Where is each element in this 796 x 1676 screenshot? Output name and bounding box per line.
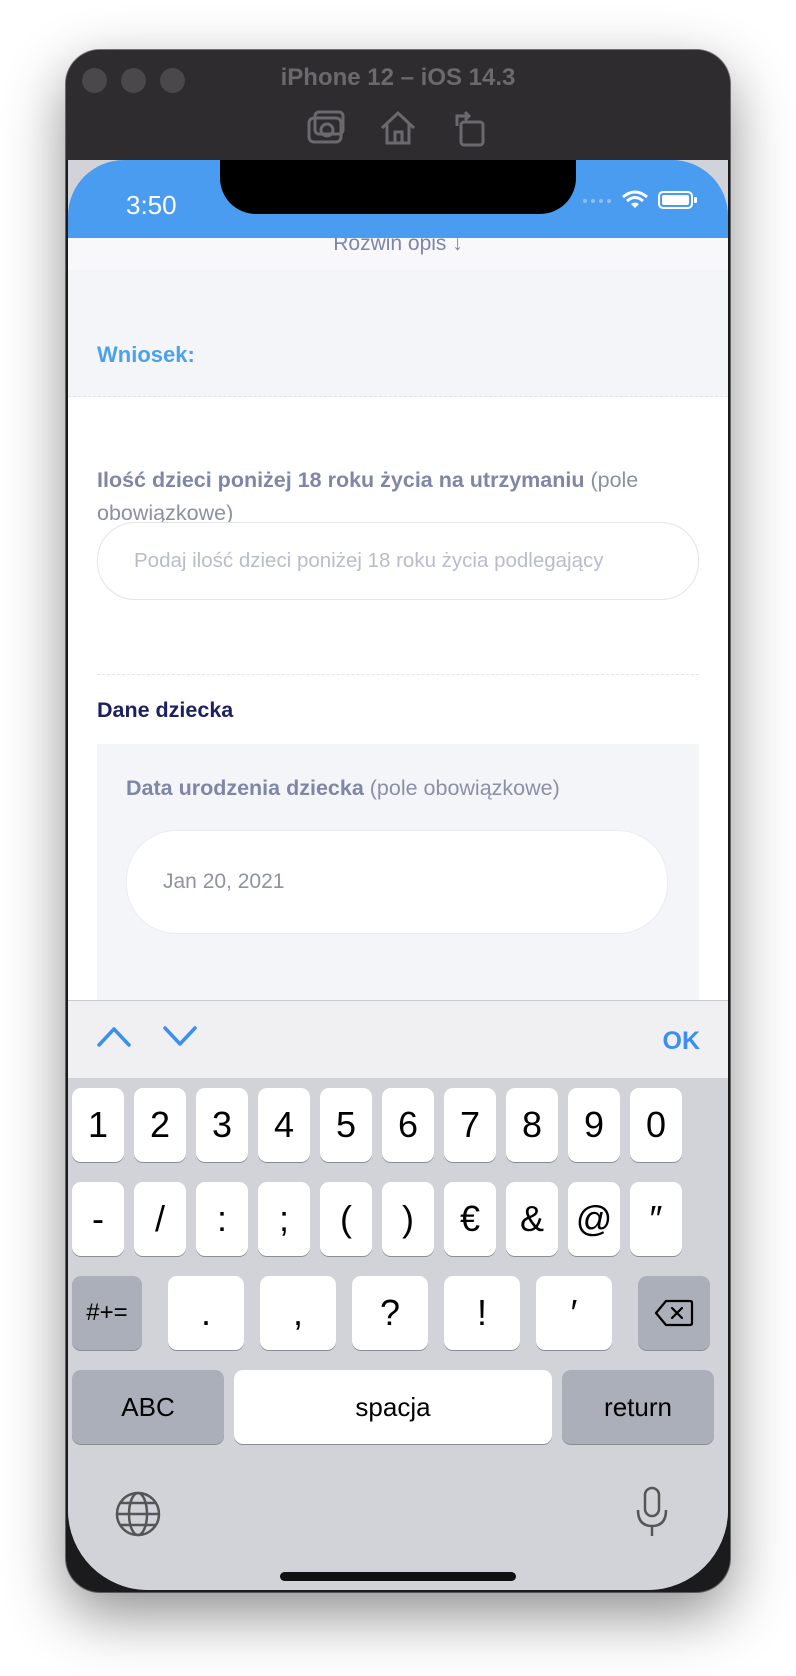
key-euro[interactable]: € — [444, 1182, 496, 1256]
backspace-key[interactable] — [638, 1276, 710, 1350]
status-bar: 3:50 — [68, 160, 728, 238]
chevron-down-icon[interactable] — [162, 1023, 198, 1049]
key-semicolon[interactable]: ; — [258, 1182, 310, 1256]
child-section-title: Dane dziecka — [97, 698, 234, 722]
key-8[interactable]: 8 — [506, 1088, 558, 1162]
notch — [220, 160, 576, 214]
simulator-title: iPhone 12 – iOS 14.3 — [280, 64, 516, 91]
child-data-card: Data urodzenia dziecka (pole obowiązkowe… — [97, 744, 699, 1000]
key-colon[interactable]: : — [196, 1182, 248, 1256]
key-9[interactable]: 9 — [568, 1088, 620, 1162]
key-comma[interactable]: , — [260, 1276, 336, 1350]
signal-dots-icon — [583, 199, 611, 203]
key-7[interactable]: 7 — [444, 1088, 496, 1162]
expand-link-text: Rozwiń opis ↓ — [333, 238, 463, 255]
key-4[interactable]: 4 — [258, 1088, 310, 1162]
children-count-label-bold: Ilość dzieci poniżej 18 roku życia na ut… — [97, 468, 585, 492]
key-2[interactable]: 2 — [134, 1088, 186, 1162]
battery-icon — [658, 191, 697, 209]
birth-date-label-bold: Data urodzenia dziecka — [126, 776, 364, 800]
abc-key[interactable]: ABC — [72, 1370, 224, 1444]
key-6[interactable]: 6 — [382, 1088, 434, 1162]
keyboard-toolbar: OK — [68, 1000, 728, 1079]
key-close-paren[interactable]: ) — [382, 1182, 434, 1256]
app-content: Rozwiń opis ↓ Wniosek: Ilość dzieci poni… — [68, 238, 728, 1000]
key-open-paren[interactable]: ( — [320, 1182, 372, 1256]
home-indicator[interactable] — [280, 1572, 516, 1581]
section-header: Wniosek: — [68, 270, 728, 397]
birth-date-label-suffix: (pole obowiązkowe) — [363, 776, 560, 800]
key-slash[interactable]: / — [134, 1182, 186, 1256]
rotate-icon[interactable] — [449, 108, 491, 148]
microphone-icon[interactable] — [634, 1486, 670, 1538]
key-at[interactable]: @ — [568, 1182, 620, 1256]
key-more-symbols[interactable]: #+= — [72, 1276, 142, 1350]
birth-date-input[interactable]: Jan 20, 2021 — [126, 830, 668, 934]
divider — [97, 674, 699, 675]
key-5[interactable]: 5 — [320, 1088, 372, 1162]
screenshot-icon[interactable] — [305, 108, 347, 148]
globe-icon[interactable] — [114, 1490, 162, 1538]
simulator-titlebar: iPhone 12 – iOS 14.3 — [66, 50, 730, 160]
key-period[interactable]: . — [168, 1276, 244, 1350]
toolbar-ok-button[interactable]: OK — [663, 1027, 701, 1056]
expand-description-link[interactable]: Rozwiń opis ↓ — [68, 238, 728, 270]
section-title: Wniosek: — [97, 342, 195, 367]
return-key[interactable]: return — [562, 1370, 714, 1444]
wifi-icon — [622, 190, 648, 208]
key-1[interactable]: 1 — [72, 1088, 124, 1162]
key-3[interactable]: 3 — [196, 1088, 248, 1162]
key-ampersand[interactable]: & — [506, 1182, 558, 1256]
key-quote[interactable]: ″ — [630, 1182, 682, 1256]
home-icon[interactable] — [377, 108, 419, 148]
key-apostrophe[interactable]: ′ — [536, 1276, 612, 1350]
chevron-up-icon[interactable] — [96, 1023, 132, 1049]
key-hyphen[interactable]: - — [72, 1182, 124, 1256]
space-key[interactable]: spacja — [234, 1370, 552, 1444]
birth-date-label: Data urodzenia dziecka (pole obowiązkowe… — [126, 776, 560, 801]
key-exclamation[interactable]: ! — [444, 1276, 520, 1350]
key-question[interactable]: ? — [352, 1276, 428, 1350]
children-count-input[interactable]: Podaj ilość dzieci poniżej 18 roku życia… — [97, 522, 699, 600]
backspace-icon — [654, 1299, 694, 1327]
children-count-label: Ilość dzieci poniżej 18 roku życia na ut… — [97, 464, 677, 530]
status-time: 3:50 — [126, 190, 177, 220]
phone-screen: 3:50 Rozwiń opis ↓ Wniosek: Ilość dzieci… — [68, 160, 728, 1590]
key-0[interactable]: 0 — [630, 1088, 682, 1162]
keyboard: 1 2 3 4 5 6 7 8 9 0 - / : ; ( ) € & @ ″ … — [68, 1078, 728, 1590]
